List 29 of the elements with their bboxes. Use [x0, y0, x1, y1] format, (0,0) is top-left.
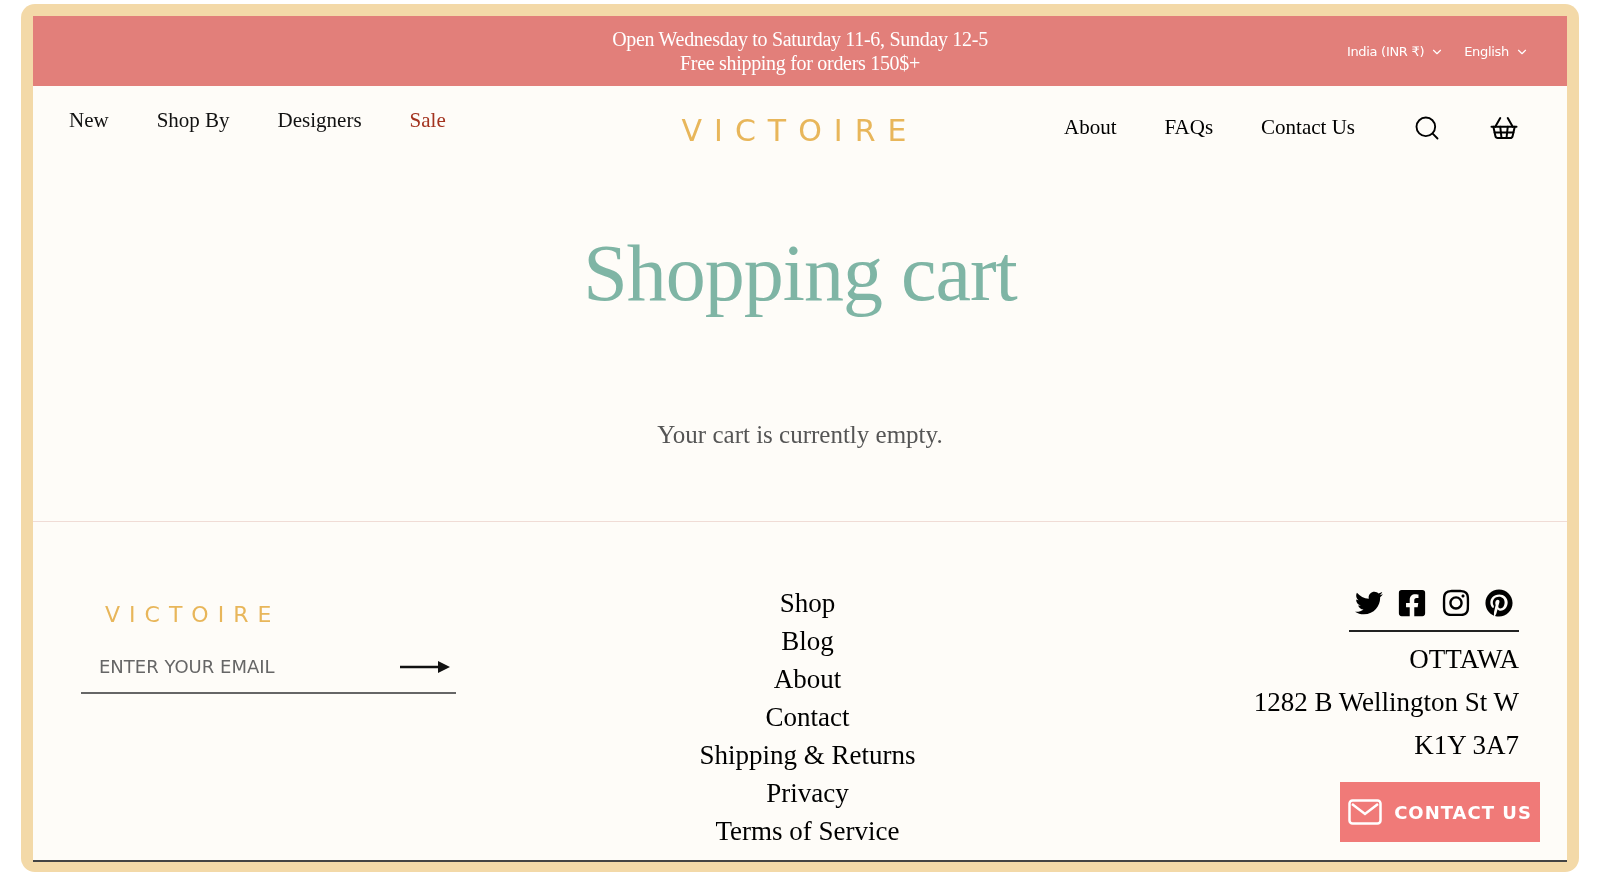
search-icon[interactable]	[1413, 114, 1441, 142]
footer-link[interactable]: About	[773, 660, 842, 698]
nav-link[interactable]: Contact Us	[1261, 112, 1355, 144]
nav-link[interactable]: FAQs	[1164, 112, 1214, 144]
address-line: OTTAWA	[1409, 643, 1519, 676]
address-line: K1Y 3A7	[1414, 729, 1519, 762]
nav-link[interactable]: About	[1063, 112, 1117, 144]
footer-link[interactable]: Shipping & Returns	[699, 736, 916, 774]
footer-link[interactable]: Terms of Service	[715, 812, 900, 850]
footer-link[interactable]: Blog	[781, 622, 834, 660]
empty-cart-message: Your cart is currently empty.	[657, 420, 943, 450]
page-title: Shopping cart	[583, 228, 1017, 318]
nav-link[interactable]: New	[69, 105, 109, 137]
arrow-right-icon[interactable]	[400, 659, 450, 674]
instagram-icon[interactable]	[1441, 588, 1471, 618]
footer-link[interactable]: Privacy	[766, 774, 849, 812]
announcement-text: Free shipping for orders 150$+	[680, 51, 920, 75]
email-field[interactable]: ENTER YOUR EMAIL	[99, 653, 400, 680]
address-line: 1282 B Wellington St W	[1253, 686, 1519, 719]
facebook-icon[interactable]	[1397, 588, 1427, 618]
nav-link[interactable]: Designers	[277, 105, 362, 137]
footer-link[interactable]: Shop	[779, 584, 836, 622]
twitter-icon[interactable]	[1355, 589, 1383, 617]
nav-link[interactable]: Sale	[409, 105, 446, 137]
announcement-text: Open Wednesday to Saturday 11-6, Sunday 12-5	[612, 27, 988, 51]
footer-link[interactable]: Contact	[765, 698, 850, 736]
nav-link[interactable]: Shop By	[156, 105, 230, 137]
pinterest-icon[interactable]	[1485, 589, 1513, 617]
envelope-icon	[1348, 799, 1383, 825]
